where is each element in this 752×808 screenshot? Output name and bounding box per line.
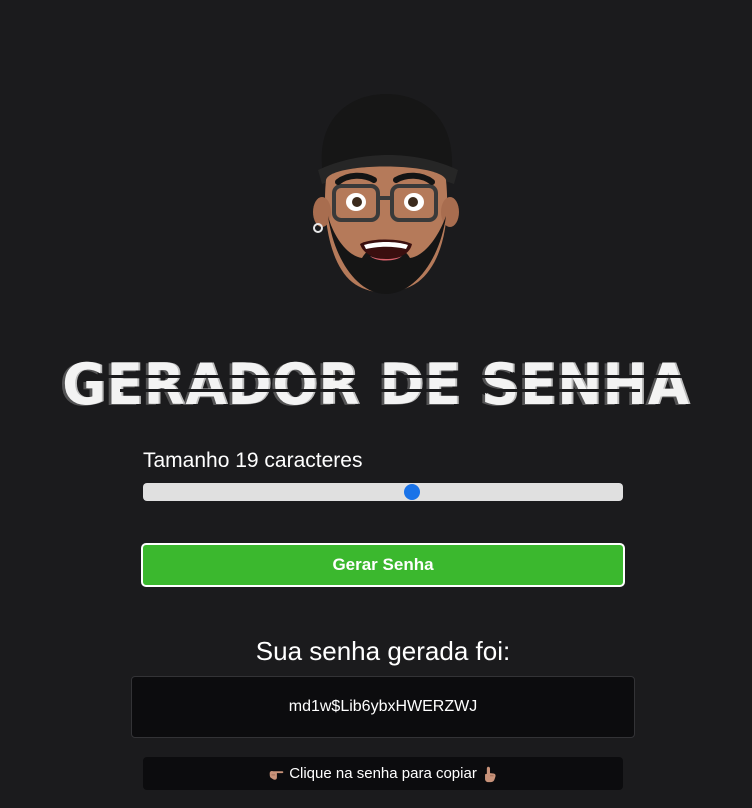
title-glitch-line: [120, 389, 640, 392]
result-heading: Sua senha gerada foi:: [255, 636, 511, 666]
slider-thumb[interactable]: [403, 484, 420, 500]
pointing-up-hand-icon: [484, 766, 496, 783]
title-glitch-line: [84, 375, 684, 378]
password-length-label: Tamanho 19 caracteres: [143, 449, 363, 472]
copy-hint-text: Clique na senha para copiar: [289, 765, 477, 782]
generate-password-button[interactable]: Gerar Senha: [141, 543, 625, 587]
memoji-avatar-icon: [313, 94, 459, 294]
pointing-right-hand-icon: [269, 770, 284, 780]
copy-hint: Clique na senha para copiar: [143, 757, 623, 790]
generated-password[interactable]: md1w$Lib6ybxHWERZWJ: [131, 676, 635, 738]
password-length-slider[interactable]: [143, 483, 623, 501]
page: GERADOR DE SENHA Tamanho 19 caracteres G…: [0, 0, 752, 808]
page-title: GERADOR DE SENHA: [62, 352, 690, 418]
